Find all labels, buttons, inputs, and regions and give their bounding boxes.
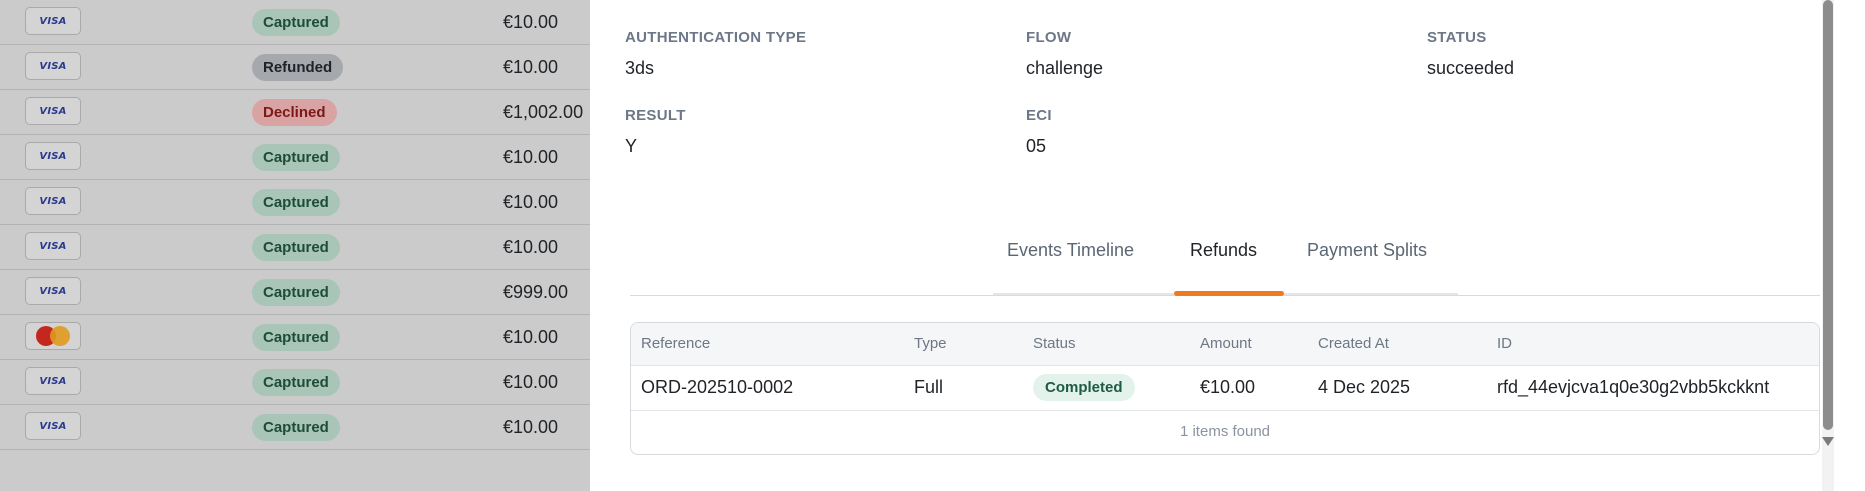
transaction-row[interactable]: VISA Captured €10.00 bbox=[0, 135, 590, 180]
column-header-type: Type bbox=[914, 335, 947, 352]
visa-card-icon: VISA bbox=[25, 187, 81, 215]
payment-detail-panel: AUTHENTICATION TYPE 3ds FLOW challenge S… bbox=[590, 0, 1865, 491]
eci-value: 05 bbox=[1026, 136, 1047, 156]
refund-type: Full bbox=[914, 377, 944, 397]
status-badge: Captured bbox=[252, 414, 340, 441]
refund-id: rfd_44evjcva1q0e30g2vbb5kckknt bbox=[1497, 377, 1770, 397]
visa-card-icon: VISA bbox=[25, 412, 81, 440]
visa-card-icon: VISA bbox=[25, 52, 81, 80]
scroll-down-arrow-icon[interactable] bbox=[1822, 437, 1834, 446]
transaction-row[interactable]: VISA Captured €10.00 bbox=[0, 360, 590, 405]
flow-label: FLOW bbox=[1026, 29, 1072, 46]
tab-refunds[interactable]: Refunds bbox=[1190, 240, 1257, 261]
transaction-row[interactable]: VISA Captured €10.00 bbox=[0, 405, 590, 450]
transaction-row[interactable]: VISA Declined €1,002.00 bbox=[0, 90, 590, 135]
transaction-amount: €10.00 bbox=[503, 57, 559, 77]
refund-reference: ORD-202510-0002 bbox=[641, 377, 794, 397]
transaction-row[interactable]: VISA Refunded €10.00 bbox=[0, 45, 590, 90]
transaction-row[interactable]: VISA Captured €10.00 bbox=[0, 225, 590, 270]
transaction-amount: €10.00 bbox=[503, 372, 559, 392]
transaction-amount: €10.00 bbox=[503, 147, 559, 167]
table-row[interactable]: ORD-202510-0002 Full Completed €10.00 4 … bbox=[631, 365, 1819, 411]
refunds-table: Reference Type Status Amount Created At … bbox=[630, 322, 1820, 455]
transaction-amount: €10.00 bbox=[503, 417, 559, 437]
status-badge: Captured bbox=[252, 189, 340, 216]
auth-status-label: STATUS bbox=[1427, 29, 1487, 46]
scrollbar-thumb[interactable] bbox=[1823, 0, 1833, 430]
transaction-amount: €999.00 bbox=[503, 282, 569, 302]
result-value: Y bbox=[625, 136, 638, 156]
visa-card-icon: VISA bbox=[25, 7, 81, 35]
status-badge: Captured bbox=[252, 369, 340, 396]
transaction-amount: €10.00 bbox=[503, 12, 559, 32]
column-header-status: Status bbox=[1033, 335, 1076, 352]
transaction-row[interactable]: Captured €10.00 bbox=[0, 315, 590, 360]
auth-type-value: 3ds bbox=[625, 58, 655, 78]
visa-card-icon: VISA bbox=[25, 232, 81, 260]
transaction-amount: €10.00 bbox=[503, 237, 559, 257]
visa-card-icon: VISA bbox=[25, 142, 81, 170]
transaction-row[interactable]: VISA Captured €10.00 bbox=[0, 180, 590, 225]
status-badge: Captured bbox=[252, 9, 340, 36]
visa-card-icon: VISA bbox=[25, 97, 81, 125]
status-badge: Captured bbox=[252, 324, 340, 351]
refund-amount: €10.00 bbox=[1200, 377, 1256, 397]
column-header-reference: Reference bbox=[641, 335, 711, 352]
status-badge: Captured bbox=[252, 234, 340, 261]
transaction-row[interactable]: VISA Captured €10.00 bbox=[0, 0, 590, 45]
table-header: Reference Type Status Amount Created At … bbox=[631, 323, 1819, 366]
tab-events-timeline[interactable]: Events Timeline bbox=[1007, 240, 1134, 261]
transaction-amount: €1,002.00 bbox=[503, 102, 584, 122]
mastercard-icon bbox=[25, 322, 81, 350]
active-tab-indicator bbox=[1174, 291, 1284, 296]
transaction-amount: €10.00 bbox=[503, 327, 559, 347]
column-header-amount: Amount bbox=[1200, 335, 1252, 352]
auth-type-label: AUTHENTICATION TYPE bbox=[625, 29, 807, 46]
refund-created-at: 4 Dec 2025 bbox=[1318, 377, 1411, 397]
flow-value: challenge bbox=[1026, 58, 1104, 78]
status-badge: Declined bbox=[252, 99, 337, 126]
status-badge: Captured bbox=[252, 144, 340, 171]
eci-label: ECI bbox=[1026, 107, 1052, 124]
visa-card-icon: VISA bbox=[25, 367, 81, 395]
column-header-created-at: Created At bbox=[1318, 335, 1389, 352]
tab-payment-splits[interactable]: Payment Splits bbox=[1307, 240, 1427, 261]
items-count: 1 items found bbox=[1179, 423, 1271, 440]
transaction-amount: €10.00 bbox=[503, 192, 559, 212]
result-label: RESULT bbox=[625, 107, 686, 124]
column-header-id: ID bbox=[1497, 335, 1512, 352]
visa-card-icon: VISA bbox=[25, 277, 81, 305]
auth-status-value: succeeded bbox=[1427, 58, 1515, 78]
status-badge: Captured bbox=[252, 279, 340, 306]
refund-status-badge: Completed bbox=[1033, 374, 1135, 401]
transaction-row[interactable]: VISA Captured €999.00 bbox=[0, 270, 590, 315]
transactions-list: VISA Captured €10.00 VISA Refunded €10.0… bbox=[0, 0, 590, 491]
status-badge: Refunded bbox=[252, 54, 344, 81]
